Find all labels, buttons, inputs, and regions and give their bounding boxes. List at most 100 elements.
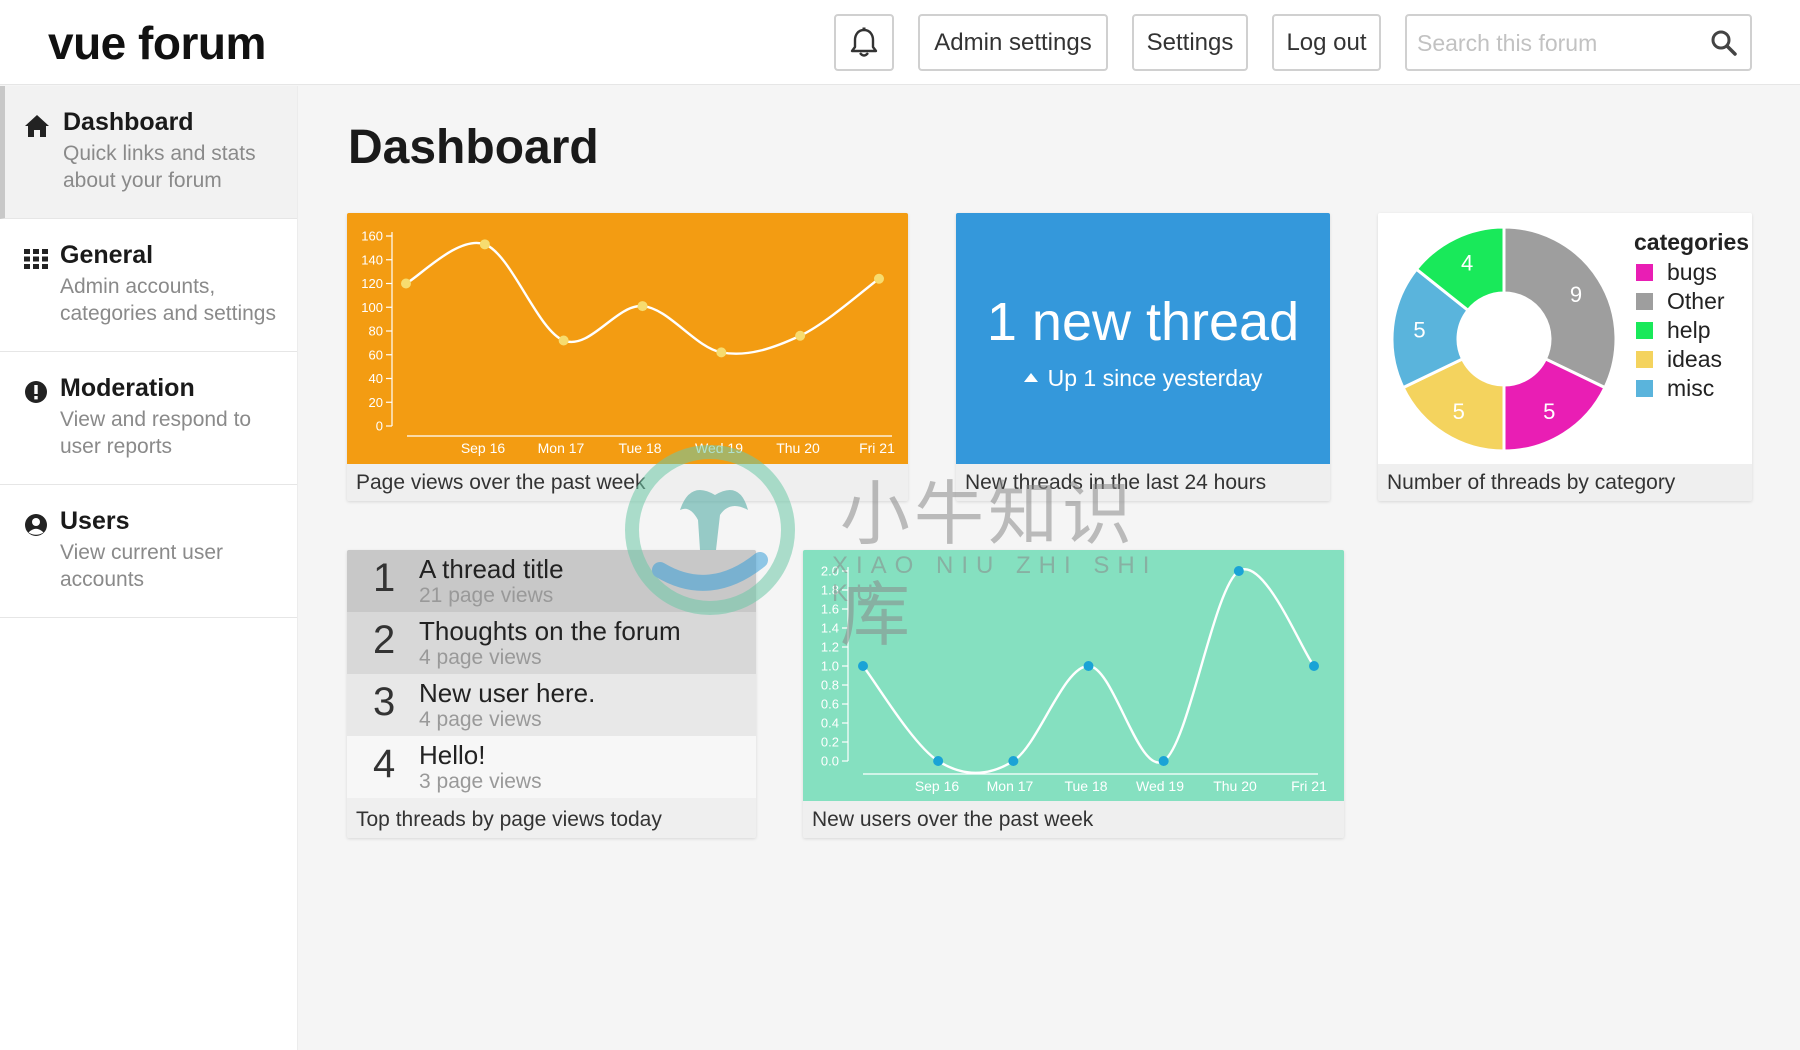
y-tick-label: 2.0	[821, 564, 839, 579]
thread-title[interactable]: A thread title	[419, 554, 564, 585]
page-views-caption: Page views over the past week	[347, 464, 908, 501]
legend-swatch	[1636, 293, 1653, 310]
new-thread-change: Up 1 since yesterday	[956, 365, 1330, 392]
legend-item-bugs: bugs	[1634, 258, 1749, 287]
sidebar-item-desc: Quick links and stats about your forum	[63, 142, 256, 192]
thread-title[interactable]: Hello!	[419, 740, 485, 771]
y-tick-label: 0.8	[821, 678, 839, 693]
series-line	[405, 241, 880, 355]
x-tick-label: Fri 21	[859, 440, 895, 456]
page-views-chart: 0 20 40 60 80 100 120 140 160 Sep 16 Mon 17 Tue 18 W…	[361, 229, 895, 457]
list-item[interactable]: 3 New user here. 4 page views	[347, 674, 756, 736]
categories-donut-chart: 9 5 5 5 4	[1390, 225, 1618, 453]
sidebar-item-desc: View and respond to user reports	[60, 408, 252, 458]
alert-icon	[25, 381, 47, 403]
data-point	[795, 330, 806, 341]
donut-slice	[1502, 225, 1618, 390]
thread-title[interactable]: Thoughts on the forum	[419, 616, 681, 647]
y-tick-label: 80	[369, 324, 383, 339]
sidebar-item-moderation[interactable]: Moderation View and respond to user repo…	[0, 352, 297, 485]
x-tick-label: Tue 18	[1064, 778, 1107, 794]
legend-item-other: Other	[1634, 287, 1749, 316]
logout-button[interactable]: Log out	[1272, 14, 1381, 71]
series-line	[862, 568, 1315, 775]
data-point	[1008, 756, 1019, 766]
y-tick-label: 0	[376, 419, 383, 434]
legend-label: bugs	[1667, 259, 1717, 285]
legend-label: ideas	[1667, 346, 1722, 372]
y-tick-label: 1.0	[821, 659, 839, 674]
y-tick-label: 1.2	[821, 640, 839, 655]
notifications-button[interactable]	[834, 14, 894, 71]
legend-label: Other	[1667, 288, 1725, 314]
slice-label: 5	[1413, 317, 1425, 342]
sidebar-item-desc: View current user accounts	[60, 541, 224, 591]
legend-swatch	[1636, 322, 1653, 339]
grid-icon	[24, 249, 48, 269]
categories-caption: Number of threads by category	[1378, 464, 1752, 501]
legend-label: misc	[1667, 375, 1715, 401]
new-threads-card: 1 new thread Up 1 since yesterday New th…	[956, 213, 1330, 501]
admin-settings-button[interactable]: Admin settings	[918, 14, 1108, 71]
slice-label: 5	[1543, 399, 1555, 424]
bell-icon	[850, 27, 878, 57]
top-header: vue forum Admin settings Settings Log ou…	[0, 0, 1800, 85]
new-thread-change-text: Up 1 since yesterday	[1047, 365, 1263, 391]
top-threads-card: 1 A thread title 21 page views 2 Thought…	[347, 550, 756, 838]
data-point	[1158, 756, 1169, 766]
x-tick-label: Mon 17	[987, 778, 1034, 794]
x-tick-label: Thu 20	[776, 440, 820, 456]
new-users-chart: 0.0 0.2 0.4 0.6 0.8 1.0 1.2 1.4 1.6 1.8 2.0 Sep 16 M…	[821, 564, 1327, 795]
page-views-card: 0 20 40 60 80 100 120 140 160 Sep 16 Mon 17 Tue 18 W…	[347, 213, 908, 501]
thread-rank: 3	[373, 680, 396, 724]
thread-views: 4 page views	[419, 708, 542, 731]
thread-views: 21 page views	[419, 584, 554, 607]
y-tick-label: 60	[369, 347, 383, 362]
settings-button[interactable]: Settings	[1132, 14, 1248, 71]
page-title: Dashboard	[348, 121, 599, 174]
data-point	[401, 278, 411, 289]
slice-label: 9	[1570, 282, 1582, 307]
top-threads-caption: Top threads by page views today	[347, 801, 756, 838]
slice-label: 5	[1453, 399, 1465, 424]
legend-item-help: help	[1634, 316, 1749, 345]
y-tick-label: 100	[361, 300, 383, 315]
app-logo[interactable]: vue forum	[48, 16, 266, 70]
legend-title: categories	[1634, 229, 1750, 255]
new-users-caption: New users over the past week	[803, 801, 1344, 838]
new-threads-caption: New threads in the last 24 hours	[956, 464, 1330, 501]
data-point	[1083, 661, 1094, 671]
user-icon	[25, 514, 47, 536]
x-tick-label: Wed 19	[695, 440, 743, 456]
search-icon[interactable]	[1710, 29, 1738, 57]
legend-label: help	[1667, 317, 1711, 343]
legend-item-ideas: ideas	[1634, 345, 1749, 374]
data-point	[558, 335, 569, 346]
data-point	[858, 661, 868, 671]
thread-title[interactable]: New user here.	[419, 678, 595, 709]
x-tick-label: Thu 20	[1213, 778, 1257, 794]
new-thread-count: 1 new thread	[986, 292, 1300, 352]
thread-rank: 4	[373, 742, 396, 786]
sidebar-item-title: General	[60, 241, 154, 269]
x-tick-label: Sep 16	[915, 778, 960, 794]
data-point	[1233, 566, 1244, 576]
sidebar-item-dashboard[interactable]: Dashboard Quick links and stats about yo…	[0, 86, 297, 219]
sidebar-item-users[interactable]: Users View current user accounts	[0, 485, 297, 618]
data-point	[1309, 661, 1319, 671]
x-tick-label: Mon 17	[538, 440, 585, 456]
list-item[interactable]: 2 Thoughts on the forum 4 page views	[347, 612, 756, 674]
y-tick-label: 0.4	[821, 716, 839, 731]
list-item[interactable]: 1 A thread title 21 page views	[347, 550, 756, 612]
list-item[interactable]: 4 Hello! 3 page views	[347, 736, 756, 798]
search-input[interactable]	[1417, 24, 1697, 62]
data-point	[479, 239, 490, 250]
y-tick-label: 0.6	[821, 697, 839, 712]
thread-rank: 2	[373, 618, 396, 662]
y-tick-label: 1.4	[821, 621, 839, 636]
search-box	[1405, 14, 1752, 71]
y-tick-label: 1.6	[821, 602, 839, 617]
y-tick-label: 0.2	[821, 735, 839, 750]
x-tick-label: Wed 19	[1136, 778, 1184, 794]
sidebar-item-general[interactable]: General Admin accounts, categories and s…	[0, 219, 297, 352]
